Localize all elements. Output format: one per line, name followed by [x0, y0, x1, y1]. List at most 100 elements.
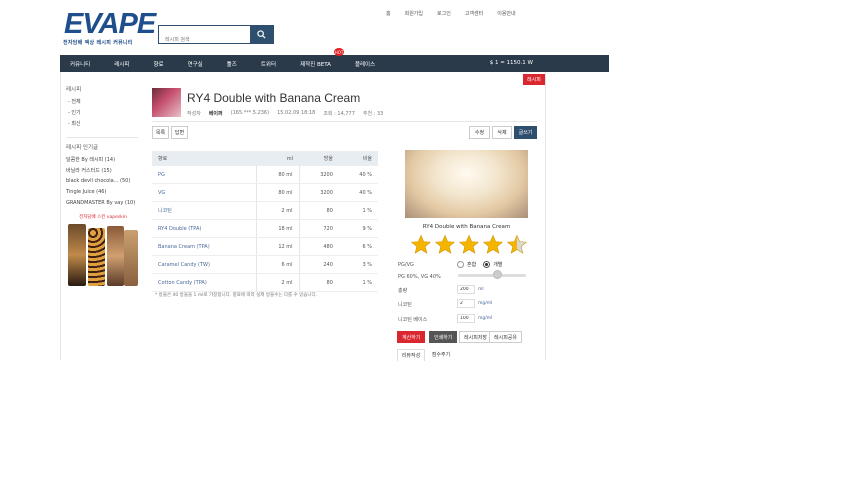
nav-item-lab[interactable]: 연구실: [188, 60, 203, 68]
sidebar-link[interactable]: - 전체: [68, 98, 81, 105]
author-ip: (165.***.5.236): [230, 110, 270, 116]
list-button[interactable]: 목록: [152, 126, 169, 139]
ingredient-drops: 720: [299, 219, 339, 238]
recommend-count: 추천 : 33: [362, 111, 384, 117]
ingredient-table: 향료 ml 방울 비율 PG 80 ml 3200 40 % VG 80 ml 3200 4…: [152, 151, 378, 292]
ingredient-name-link[interactable]: Banana Cream (TPA): [152, 237, 257, 256]
sidebar-link[interactable]: - 인기: [68, 109, 81, 116]
star-icon[interactable]: [410, 234, 432, 256]
popular-item[interactable]: 바닐라 커스터드 (15): [66, 167, 112, 174]
ingredient-name: PG: [152, 166, 257, 184]
view-count: 조회 : 14,777: [323, 111, 355, 117]
ingredient-drops: 480: [299, 237, 339, 256]
table-row: PG 80 ml 3200 40 %: [152, 166, 378, 184]
top-link-join[interactable]: 회원가입: [405, 10, 423, 17]
search-input[interactable]: [159, 32, 253, 48]
ad-device-image: [68, 224, 86, 286]
ingredient-name-link[interactable]: Cotton Candy (TPA): [152, 273, 257, 292]
ingredient-percent: 3 %: [338, 255, 378, 274]
ingredient-percent: 9 %: [338, 219, 378, 238]
nav-item-recipe[interactable]: 레시피: [114, 60, 129, 68]
top-link-guide[interactable]: 이용안내: [497, 10, 515, 17]
sidebar-divider: [66, 137, 138, 138]
amount-unit: ml: [478, 287, 484, 292]
star-icon[interactable]: [458, 234, 480, 256]
pgvg-label: PG/VG: [398, 262, 414, 268]
star-icon[interactable]: [506, 234, 528, 256]
ingredient-ml: 2 ml: [256, 201, 300, 220]
rating-stars: [410, 234, 528, 256]
main-nav: 커뮤니티 레시피 향료 연구실 툴즈 트위터 제작진 BETA 플레이스 $ 1…: [60, 55, 609, 72]
ingredient-percent: 6 %: [338, 237, 378, 256]
top-link-home[interactable]: 홈: [386, 10, 391, 17]
nav-item-twitter[interactable]: 트위터: [261, 60, 276, 68]
reply-button[interactable]: 답변: [171, 126, 188, 139]
ingredient-drops: 3200: [299, 183, 339, 202]
nicotine-base-label: 니코틴 베이스: [398, 317, 428, 323]
popular-item[interactable]: 달콤한 By 레시피 (14): [66, 156, 115, 163]
sidebar-link[interactable]: - 최신: [68, 120, 81, 127]
sidebar-title-popular: 레시피 인기글: [66, 145, 99, 151]
recipe-photo[interactable]: [405, 150, 528, 218]
nav-item-tools[interactable]: 툴즈: [227, 60, 237, 68]
post-date: 15.02.09 18:18: [277, 110, 316, 116]
radio-separate[interactable]: [483, 261, 491, 268]
ad-device-image: [124, 230, 138, 286]
pgvg-slider-track[interactable]: [458, 274, 526, 277]
column-header: 방울: [299, 151, 339, 166]
star-icon[interactable]: [482, 234, 504, 256]
table-row: RY4 Double (TPA) 18 ml 720 9 %: [152, 219, 378, 238]
radio-mixed[interactable]: [457, 261, 464, 268]
nav-item-flavor[interactable]: 향료: [153, 60, 163, 68]
table-row: Caramel Candy (TW) 6 ml 240 3 %: [152, 255, 378, 274]
top-link-login[interactable]: 로그인: [437, 10, 451, 17]
table-row: VG 80 ml 3200 40 %: [152, 183, 378, 202]
sidebar-ad-banner[interactable]: 전자담배 스킨 vapeskin: [66, 214, 140, 289]
popular-item[interactable]: GRANDMASTER By vay (10): [66, 200, 135, 206]
popular-item[interactable]: black devil chocola... (50): [66, 178, 130, 184]
nav-item-makers[interactable]: 제작진 BETA: [300, 60, 331, 68]
column-header: 비율: [338, 151, 378, 166]
pgvg-value: PG 60%, VG 40%: [398, 274, 441, 280]
print-button[interactable]: 인쇄하기: [429, 331, 458, 343]
share-recipe-button[interactable]: 레시피공유: [489, 331, 523, 343]
popular-item[interactable]: Tingle Juice (46): [66, 189, 106, 195]
ingredient-drops: 240: [299, 255, 339, 274]
amount-label: 총량: [398, 288, 408, 294]
nav-item-community[interactable]: 커뮤니티: [70, 60, 90, 68]
ingredient-name-link[interactable]: RY4 Double (TPA): [152, 219, 257, 238]
edit-button[interactable]: 수정: [469, 126, 490, 139]
radio-separate-label: 개별: [493, 262, 503, 268]
nicotine-base-input[interactable]: [457, 314, 475, 323]
ingredient-drops: 3200: [299, 166, 339, 184]
ingredient-percent: 40 %: [338, 183, 378, 202]
ad-device-image: [88, 228, 105, 286]
delete-button[interactable]: 삭제: [492, 126, 512, 139]
calculate-button[interactable]: 계산하기: [397, 331, 426, 343]
nicotine-input[interactable]: [457, 299, 475, 308]
amount-input[interactable]: [457, 285, 475, 294]
tab-rate[interactable]: 점수주기: [428, 349, 454, 360]
nicotine-base-unit: mg/ml: [478, 316, 493, 321]
author-name[interactable]: 베이퍼: [209, 110, 223, 117]
ingredient-name-link[interactable]: Caramel Candy (TW): [152, 255, 257, 274]
post-meta: 작성자 베이퍼 (165.***.5.236) 15.02.09 18:18 조…: [187, 110, 383, 117]
top-link-support[interactable]: 고객센터: [465, 10, 483, 17]
ingredient-ml: 2 ml: [256, 273, 300, 292]
write-button[interactable]: 글쓰기: [514, 126, 537, 139]
nicotine-unit: mg/ml: [478, 301, 493, 306]
ingredient-ml: 18 ml: [256, 219, 300, 238]
drop-notice: * 방울은 40 방울을 1 ml로 가정합니다. 향료에 따라 실제 방울수는…: [155, 293, 318, 298]
site-logo[interactable]: EVAPE: [64, 10, 156, 39]
save-recipe-button[interactable]: 레시피저장: [459, 331, 493, 343]
nav-item-place[interactable]: 플레이스: [355, 60, 375, 68]
star-icon[interactable]: [434, 234, 456, 256]
tab-review[interactable]: 리뷰작성: [397, 349, 425, 361]
author-avatar[interactable]: [152, 88, 181, 117]
ingredient-ml: 6 ml: [256, 255, 300, 274]
search-button[interactable]: [250, 26, 273, 43]
photo-caption: RY4 Double with Banana Cream: [422, 224, 511, 230]
sidebar-title-recipe[interactable]: 레시피: [66, 85, 81, 93]
ingredient-percent: 1 %: [338, 273, 378, 292]
pgvg-slider-handle[interactable]: [493, 270, 502, 279]
